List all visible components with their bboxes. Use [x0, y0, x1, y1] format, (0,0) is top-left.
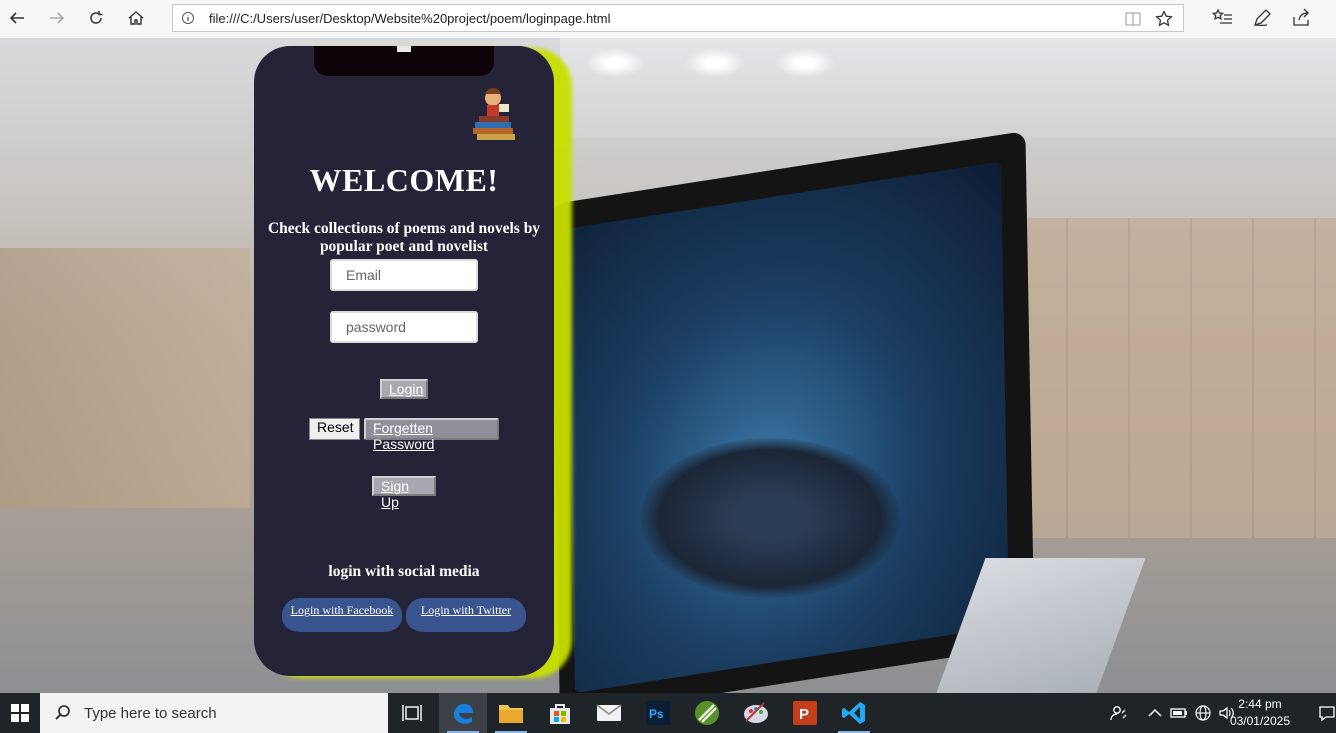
- taskbar-photoshop[interactable]: Ps: [634, 693, 682, 733]
- pen-notes-icon[interactable]: [1251, 7, 1273, 29]
- start-button[interactable]: [0, 693, 40, 733]
- refresh-button[interactable]: [81, 5, 111, 31]
- game-wallpaper-controller: [640, 438, 900, 598]
- refresh-icon: [90, 11, 103, 24]
- sign-up-button[interactable]: Sign Up: [372, 476, 436, 510]
- forgot-password-button[interactable]: Forgetten Password: [364, 418, 499, 452]
- favorite-star-icon[interactable]: [1155, 10, 1173, 28]
- powerpoint-icon: P: [793, 701, 817, 725]
- reading-mascot-logo: [473, 88, 515, 140]
- taskbar-vscode[interactable]: [830, 693, 878, 733]
- people-icon[interactable]: [1110, 704, 1128, 722]
- page-background: WELCOME! Check collections of poems and …: [0, 38, 1336, 693]
- share-icon[interactable]: [1290, 7, 1312, 29]
- taskbar-search-box[interactable]: Type here to search: [40, 693, 388, 733]
- folder-icon: [499, 705, 523, 723]
- url-text[interactable]: file:///C:/Users/user/Desktop/Website%20…: [209, 11, 611, 26]
- facebook-login-button[interactable]: Login with Facebook: [282, 598, 402, 632]
- back-arrow-icon: [9, 12, 24, 24]
- taskbar-inkscape[interactable]: [683, 693, 731, 733]
- forward-button[interactable]: [42, 5, 72, 31]
- home-button[interactable]: [121, 5, 151, 31]
- password-field[interactable]: [330, 311, 478, 343]
- ceiling-light: [775, 48, 835, 78]
- taskbar-edge[interactable]: [439, 693, 487, 733]
- taskbar-powerpoint[interactable]: P: [781, 693, 829, 733]
- background-wall-right: [1006, 218, 1336, 538]
- welcome-heading: WELCOME!: [309, 162, 499, 198]
- action-center-icon[interactable]: [1318, 704, 1336, 722]
- drawing-app-icon: [695, 701, 719, 725]
- notch-dot: [397, 46, 411, 52]
- forward-arrow-icon: [50, 12, 65, 24]
- search-icon: [55, 705, 70, 720]
- info-icon[interactable]: [181, 11, 195, 25]
- taskbar-paint[interactable]: [732, 693, 780, 733]
- windows-taskbar: Type here to search Ps P 2:44 pm 03/01/2…: [0, 693, 1336, 733]
- chevron-up-icon[interactable]: [1146, 704, 1164, 722]
- favorites-hub-icon[interactable]: [1212, 7, 1234, 29]
- tagline-text: Check collections of poems and novels by…: [267, 220, 541, 255]
- edge-browser-icon: [454, 703, 473, 724]
- taskbar-store[interactable]: [536, 693, 584, 733]
- reading-view-icon[interactable]: [1125, 12, 1141, 26]
- taskbar-file-explorer[interactable]: [487, 693, 535, 733]
- address-bar[interactable]: file:///C:/Users/user/Desktop/Website%20…: [172, 4, 1184, 32]
- store-bag-icon: [550, 704, 570, 724]
- mail-icon: [596, 704, 622, 721]
- task-view-icon: [402, 705, 422, 721]
- reset-button[interactable]: Reset: [309, 418, 360, 440]
- paint-palette-icon: [744, 702, 768, 723]
- windows-logo-icon: [11, 704, 29, 722]
- vscode-icon: [842, 702, 865, 724]
- network-globe-icon[interactable]: [1194, 704, 1212, 722]
- login-card: WELCOME! Check collections of poems and …: [254, 46, 554, 676]
- ceiling-light: [685, 48, 745, 78]
- clock-date: 03/01/2025: [1229, 714, 1290, 728]
- home-icon: [128, 11, 144, 25]
- social-login-heading: login with social media: [328, 563, 480, 580]
- system-clock[interactable]: 2:44 pm 03/01/2025: [1230, 696, 1290, 730]
- battery-icon[interactable]: [1170, 704, 1188, 722]
- svg-text:P: P: [799, 706, 809, 723]
- taskbar-mail[interactable]: [585, 693, 633, 733]
- background-ceiling: [560, 38, 1336, 138]
- back-button[interactable]: [2, 5, 32, 31]
- email-field[interactable]: [330, 259, 478, 291]
- browser-toolbar: file:///C:/Users/user/Desktop/Website%20…: [0, 0, 1336, 39]
- photoshop-icon: Ps: [646, 701, 670, 725]
- twitter-login-button[interactable]: Login with Twitter: [406, 598, 526, 632]
- clock-time: 2:44 pm: [1238, 697, 1282, 711]
- search-placeholder: Type here to search: [84, 705, 217, 722]
- laptop-screen: [566, 161, 1010, 693]
- task-view-button[interactable]: [388, 693, 436, 733]
- login-button[interactable]: Login: [380, 379, 428, 399]
- ceiling-light: [585, 48, 645, 78]
- svg-text:Ps: Ps: [649, 707, 664, 721]
- background-wall-left: [0, 248, 250, 508]
